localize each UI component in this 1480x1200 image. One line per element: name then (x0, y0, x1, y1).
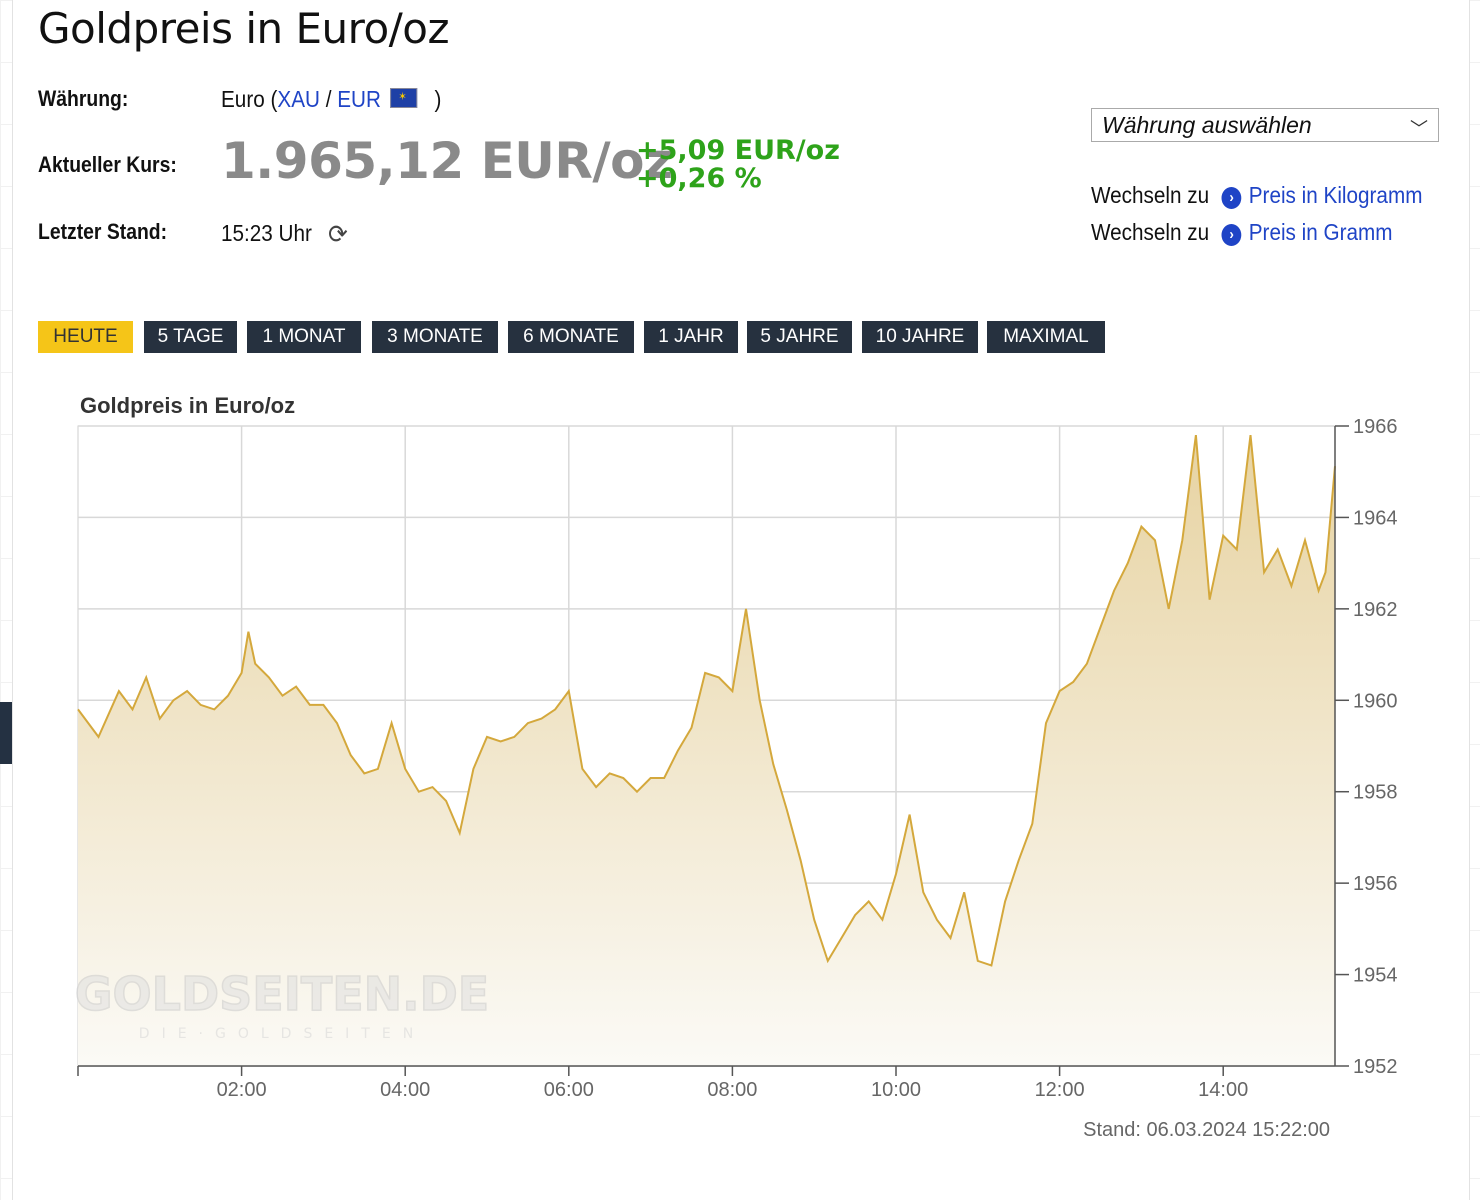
currency-separator: / (325, 86, 332, 112)
tab-10-jahre[interactable]: 10 JAHRE (862, 321, 978, 353)
xau-link[interactable]: XAU (277, 86, 320, 112)
y-tick-label: 1960 (1353, 690, 1398, 712)
currency-name: Euro (221, 86, 265, 112)
y-tick-label: 1964 (1353, 507, 1398, 529)
watermark-text: GOLDSEITEN.DE (75, 967, 489, 1021)
tab-1-monat[interactable]: 1 MONAT (247, 321, 361, 353)
y-tick-label: 1952 (1353, 1056, 1398, 1078)
x-tick-label: 02:00 (217, 1079, 267, 1101)
switch-row-kilogram: Wechseln zu › Preis in Kilogramm (1091, 182, 1422, 209)
last-update-time: 15:23 Uhr (221, 220, 312, 246)
y-tick-label: 1966 (1353, 416, 1398, 438)
tab-heute[interactable]: HEUTE (38, 321, 133, 353)
x-tick-label: 10:00 (871, 1079, 921, 1101)
tab-5-jahre[interactable]: 5 JAHRE (747, 321, 852, 353)
tab-6-monate[interactable]: 6 MONATE (508, 321, 634, 353)
price-change-percent: +0,26 % (636, 163, 762, 194)
x-tick-label: 14:00 (1198, 1079, 1248, 1101)
paren-close: ) (434, 86, 442, 112)
y-tick-label: 1954 (1353, 965, 1398, 987)
refresh-icon[interactable]: ⟳ (328, 219, 348, 250)
y-tick-label: 1958 (1353, 782, 1398, 804)
paren-open: ( (270, 86, 278, 112)
switch-prefix: Wechseln zu (1091, 182, 1210, 208)
link-price-gram[interactable]: Preis in Gramm (1249, 219, 1393, 245)
link-price-kilogram[interactable]: Preis in Kilogramm (1249, 182, 1423, 208)
current-price-label: Aktueller Kurs: (38, 152, 177, 177)
x-axis: 02:00 04:00 06:00 08:00 10:00 12:00 14:00 (77, 1065, 1335, 1101)
tab-maximal[interactable]: MAXIMAL (987, 321, 1105, 353)
currency-label: Währung: (38, 86, 129, 111)
x-tick-label: 08:00 (707, 1079, 757, 1101)
y-tick-label: 1962 (1353, 599, 1398, 621)
last-update-value: 15:23 Uhr ⟳ (221, 219, 348, 250)
y-axis: 1952 1954 1956 1958 1960 1962 1964 1966 (1334, 416, 1398, 1078)
switch-row-gram: Wechseln zu › Preis in Gramm (1091, 219, 1393, 246)
chevron-down-icon: ﹀ (1410, 119, 1428, 139)
chart-title: Goldpreis in Euro/oz (80, 393, 295, 418)
tab-1-jahr[interactable]: 1 JAHR (644, 321, 738, 353)
y-tick-label: 1956 (1353, 873, 1398, 895)
last-update-label: Letzter Stand: (38, 219, 168, 244)
currency-select-placeholder: Währung auswählen (1102, 112, 1312, 138)
price-change-absolute: +5,09 EUR/oz (636, 135, 840, 166)
x-tick-label: 06:00 (544, 1079, 594, 1101)
currency-select[interactable]: Währung auswählen ﹀ (1091, 108, 1439, 142)
watermark-subtext: DIE·GOLDSEITEN (139, 1026, 425, 1042)
chevron-right-icon[interactable]: › (1221, 187, 1242, 209)
tab-5-tage[interactable]: 5 TAGE (144, 321, 237, 353)
currency-value: Euro (XAU / EUR ) (221, 86, 441, 113)
tab-3-monate[interactable]: 3 MONATE (372, 321, 498, 353)
gold-price-chart: Goldpreis in Euro/oz GOLDSEITEN.DE DIE·G… (74, 393, 1398, 1141)
current-price: 1.965,12 EUR/oz (221, 132, 673, 190)
chevron-right-icon[interactable]: › (1221, 224, 1242, 246)
x-tick-label: 04:00 (380, 1079, 430, 1101)
stand-timestamp: Stand: 06.03.2024 15:22:00 (1083, 1119, 1330, 1141)
page-title: Goldpreis in Euro/oz (38, 4, 450, 53)
x-tick-label: 12:00 (1035, 1079, 1085, 1101)
eu-flag-icon (390, 88, 418, 108)
switch-prefix: Wechseln zu (1091, 219, 1210, 245)
eur-link[interactable]: EUR (337, 86, 381, 112)
